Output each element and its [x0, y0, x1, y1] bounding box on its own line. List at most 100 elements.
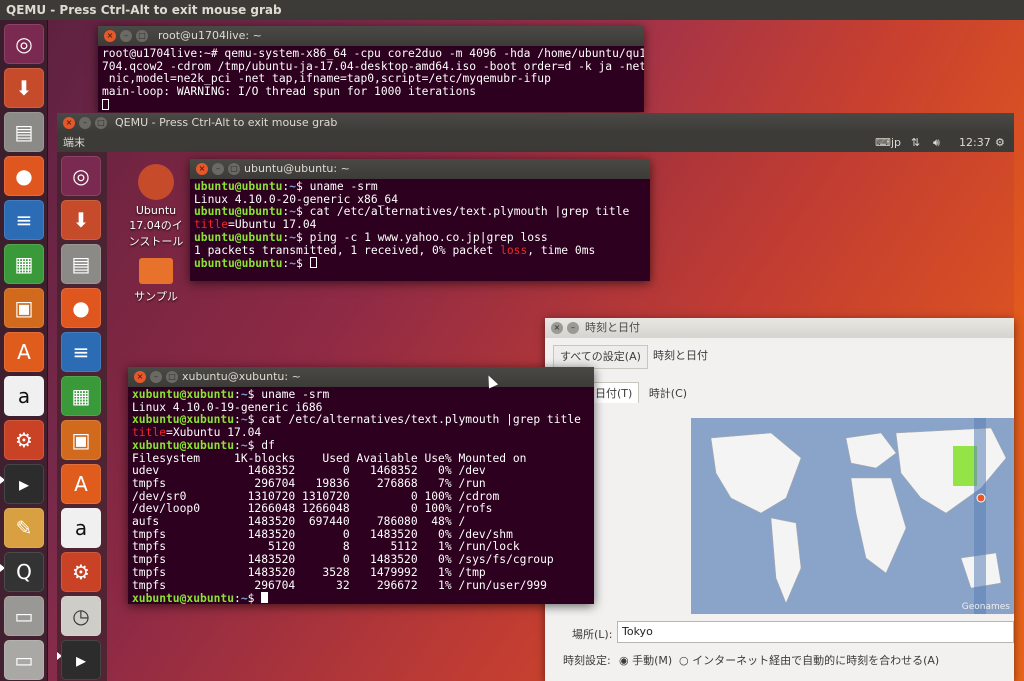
- calc-icon[interactable]: ▦: [61, 376, 101, 416]
- maximize-icon[interactable]: □: [166, 371, 178, 383]
- drive2-icon[interactable]: ▭: [4, 640, 44, 680]
- desktop-icon-installer[interactable]: Ubuntu 17.04のインストール: [124, 164, 188, 249]
- keyboard-layout[interactable]: jp: [891, 133, 901, 152]
- datetime-window[interactable]: × – 時刻と日付 すべての設定(A) 時刻と日付 時刻と日付(T) 時計(C) …: [545, 318, 1014, 681]
- terminal-line: nic,model=ne2k_pci -net tap,ifname=tap0,…: [102, 72, 551, 86]
- prompt-user: xubuntu@xubuntu: [132, 438, 235, 452]
- root-terminal-titlebar[interactable]: × – □ root@u1704live: ~: [98, 26, 644, 46]
- tab-clock[interactable]: 時計(C): [643, 383, 693, 403]
- minimize-icon[interactable]: –: [150, 371, 162, 383]
- grep-match: loss: [500, 243, 528, 257]
- text-editor-icon[interactable]: ✎: [4, 508, 44, 548]
- timezone-map[interactable]: Geonames: [691, 418, 1014, 614]
- guest-clock[interactable]: 12:37: [959, 133, 991, 152]
- prompt-user: xubuntu@xubuntu: [132, 388, 235, 401]
- keyboard-icon[interactable]: ⌨: [875, 133, 891, 152]
- ubuntu-terminal-content[interactable]: ubuntu@ubuntu:~$ uname -srm Linux 4.10.0…: [190, 179, 650, 273]
- impress-icon[interactable]: ▣: [61, 420, 101, 460]
- minimize-icon[interactable]: –: [120, 30, 132, 42]
- clock-icon[interactable]: ◷: [61, 596, 101, 636]
- software-center-icon[interactable]: A: [4, 332, 44, 372]
- map-credit: Geonames: [961, 602, 1010, 612]
- command: uname -srm: [261, 388, 330, 401]
- installer-icon[interactable]: ⬇: [4, 68, 44, 108]
- xubuntu-terminal-content[interactable]: xubuntu@xubuntu:~$ uname -srm Linux 4.10…: [128, 387, 594, 604]
- terminal-cursor: [261, 592, 269, 604]
- close-icon[interactable]: ×: [551, 322, 563, 334]
- desktop-icon-sample[interactable]: サンプル: [124, 258, 188, 304]
- volume-icon[interactable]: 🔊︎: [933, 133, 940, 152]
- files-icon[interactable]: ▤: [4, 112, 44, 152]
- datetime-titlebar[interactable]: × – 時刻と日付: [545, 318, 1014, 338]
- grep-match: title: [132, 426, 167, 440]
- maximize-icon[interactable]: □: [228, 163, 240, 175]
- close-icon[interactable]: ×: [134, 371, 146, 383]
- calc-icon[interactable]: ▦: [4, 244, 44, 284]
- terminal-line: 704.qcow2 -cdrom /tmp/ubuntu-ja-17.04-de…: [102, 59, 644, 73]
- all-settings-button[interactable]: すべての設定(A): [553, 345, 648, 369]
- close-icon[interactable]: ×: [196, 163, 208, 175]
- terminal-icon[interactable]: ▸: [4, 464, 44, 504]
- terminal-line: main-loop: WARNING: I/O thread spun for …: [102, 85, 477, 99]
- ubuntu-terminal-titlebar[interactable]: × – □ ubuntu@ubuntu: ~: [190, 159, 650, 179]
- location-label: 場所(L):: [572, 628, 613, 641]
- firefox-icon[interactable]: ●: [4, 156, 44, 196]
- output: Linux 4.10.0-19-generic i686: [132, 400, 323, 414]
- prompt-user: ubuntu@ubuntu: [194, 180, 283, 193]
- df-row: /dev/sr0 1310720 1310720 0 100% /cdrom: [132, 489, 500, 503]
- internet-radio[interactable]: ○ インターネット経由で自動的に時刻を合わせる(A): [679, 652, 939, 668]
- writer-icon[interactable]: ≡: [4, 200, 44, 240]
- df-header: Filesystem 1K-blocks Used Available Use%…: [132, 451, 527, 465]
- df-row: aufs 1483520 697440 786080 48% /: [132, 515, 466, 529]
- close-icon[interactable]: ×: [63, 117, 75, 129]
- settings-icon[interactable]: ⚙: [4, 420, 44, 460]
- output: , time 0ms: [527, 243, 596, 257]
- ubuntu-terminal-window[interactable]: × – □ ubuntu@ubuntu: ~ ubuntu@ubuntu:~$ un…: [190, 159, 650, 281]
- minimize-icon[interactable]: –: [79, 117, 91, 129]
- xubuntu-terminal-title: xubuntu@xubuntu: ~: [182, 370, 301, 383]
- output: Linux 4.10.0-20-generic x86_64: [194, 192, 399, 206]
- maximize-icon[interactable]: □: [95, 117, 107, 129]
- root-terminal-content[interactable]: root@u1704live:~# qemu-system-x86_64 -cp…: [98, 46, 644, 112]
- minimize-icon[interactable]: –: [567, 322, 579, 334]
- software-center-icon[interactable]: A: [61, 464, 101, 504]
- terminal-cursor: [102, 98, 109, 110]
- amazon-icon[interactable]: a: [4, 376, 44, 416]
- files-icon[interactable]: ▤: [61, 244, 101, 284]
- qemu-titlebar[interactable]: × – □ QEMU - Press Ctrl-Alt to exit mouse …: [57, 113, 1014, 133]
- amazon-icon[interactable]: a: [61, 508, 101, 548]
- df-row: /dev/loop0 1266048 1266048 0 100% /rofs: [132, 502, 493, 516]
- writer-icon[interactable]: ≡: [61, 332, 101, 372]
- dash-icon[interactable]: ◎: [61, 156, 101, 196]
- manual-radio[interactable]: ◉ 手動(M): [619, 652, 672, 668]
- root-terminal-title: root@u1704live: ~: [158, 29, 262, 42]
- installer-icon: [138, 164, 174, 200]
- network-icon[interactable]: ⇅: [911, 133, 920, 152]
- maximize-icon[interactable]: □: [136, 30, 148, 42]
- grep-match: title: [194, 218, 229, 232]
- drive-icon[interactable]: ▭: [4, 596, 44, 636]
- terminal-icon[interactable]: ▸: [61, 640, 101, 680]
- time-setting-label: 時刻設定:: [563, 654, 611, 667]
- settings-icon[interactable]: ⚙: [61, 552, 101, 592]
- outer-title: QEMU - Press Ctrl-Alt to exit mouse grab: [6, 3, 282, 17]
- output: =Xubuntu 17.04: [166, 426, 262, 440]
- impress-icon[interactable]: ▣: [4, 288, 44, 328]
- dash-icon[interactable]: ◎: [4, 24, 44, 64]
- xubuntu-terminal-titlebar[interactable]: × – □ xubuntu@xubuntu: ~: [128, 367, 594, 387]
- desktop-icon-label: サンプル: [134, 290, 178, 303]
- xubuntu-terminal-window[interactable]: × – □ xubuntu@xubuntu: ~ xubuntu@xubuntu:~…: [128, 367, 594, 604]
- installer-icon[interactable]: ⬇: [61, 200, 101, 240]
- close-icon[interactable]: ×: [104, 30, 116, 42]
- datetime-title: 時刻と日付: [585, 321, 640, 334]
- root-terminal-window[interactable]: × – □ root@u1704live: ~ root@u1704live:~# …: [98, 26, 644, 112]
- gear-icon[interactable]: ⚙: [995, 133, 1005, 152]
- prompt-user: ubuntu@ubuntu: [194, 230, 283, 244]
- firefox-icon[interactable]: ●: [61, 288, 101, 328]
- desktop-icon-label: Ubuntu 17.04のインストール: [128, 204, 184, 248]
- qemu-icon[interactable]: Q: [4, 552, 44, 592]
- guest-launcher: ◎ ⬇ ▤ ● ≡ ▦ ▣ A a ⚙ ◷ ▸: [57, 152, 107, 681]
- terminal-line: root@u1704live:~# qemu-system-x86_64 -cp…: [102, 47, 644, 60]
- minimize-icon[interactable]: –: [212, 163, 224, 175]
- location-input[interactable]: Tokyo: [617, 621, 1014, 643]
